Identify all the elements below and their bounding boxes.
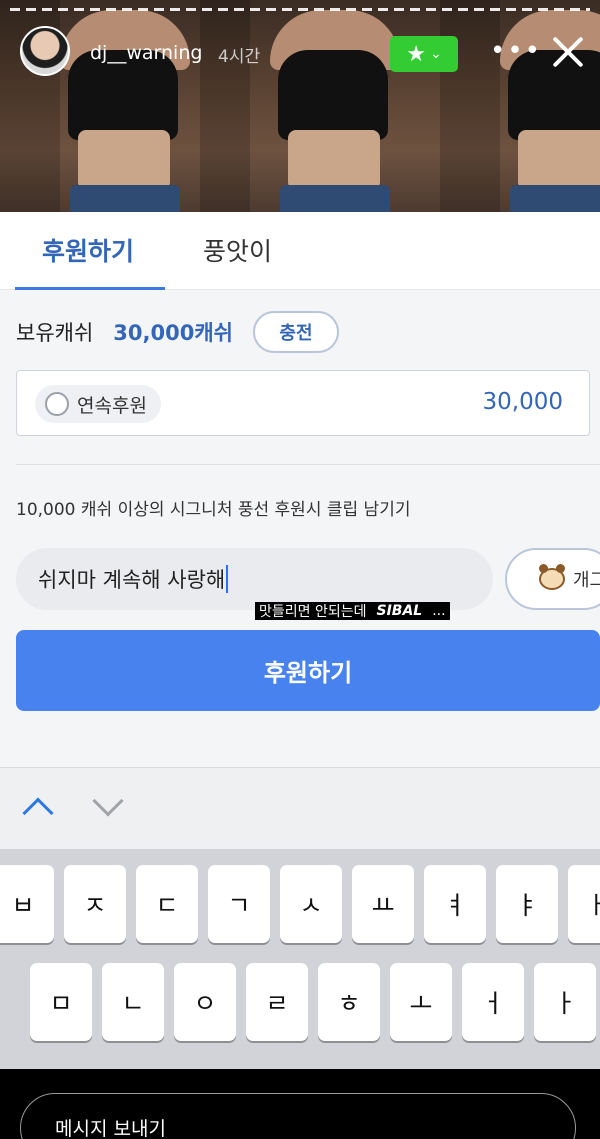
active-tab-indicator [15,287,165,290]
text-caret [226,565,229,593]
donation-message-input[interactable]: 쉬지마 계속해 사랑해 [16,548,493,610]
curtain-stripe [200,0,250,215]
bear-icon [539,564,565,590]
keyboard-row-2: ㅁ ㄴ ㅇ ㄹ ㅎ ㅗ ㅓ ㅏ [30,963,596,1041]
key[interactable]: ㅓ [462,963,524,1041]
key[interactable]: ㅎ [318,963,380,1041]
story-figure [260,10,410,215]
charge-button[interactable]: 충전 [252,311,339,353]
avatar[interactable] [20,26,70,76]
key[interactable]: ㄹ [246,963,308,1041]
close-friends-badge[interactable]: ★ ⌄ [390,36,458,72]
story-time: 4시간 [218,47,261,67]
recurring-donation-label: 연속후원 [77,394,147,417]
close-icon[interactable] [548,32,588,72]
recurring-donation-toggle[interactable]: 연속후원 [35,385,161,423]
key[interactable]: ㅇ [174,963,236,1041]
donate-button[interactable]: 후원하기 [16,630,600,711]
key[interactable]: ㅅ [280,865,342,943]
key[interactable]: ㅛ [352,865,414,943]
korean-keyboard: ㅂ ㅈ ㄷ ㄱ ㅅ ㅛ ㅕ ㅑ ㅐ ㅁ ㄴ ㅇ ㄹ ㅎ ㅗ ㅓ ㅏ [0,849,600,1069]
cash-balance-label: 보유캐쉬 [16,321,94,345]
keyboard-row-1: ㅂ ㅈ ㄷ ㄱ ㅅ ㅛ ㅕ ㅑ ㅐ [0,865,600,943]
story-background: dj__warning 4시간 ★ ⌄ ••• [0,0,600,215]
star-icon: ★ [406,41,426,67]
video-caption: 맛들리면 안되는데 SIBAL ... [255,602,450,620]
donation-amount-field[interactable]: 연속후원 30,000 [16,370,590,436]
tab-donate[interactable]: 후원하기 [42,232,134,268]
key[interactable]: ㅑ [496,865,558,943]
tab-poongatsi[interactable]: 풍앗이 [203,232,272,268]
key[interactable]: ㅗ [390,963,452,1041]
key[interactable]: ㅕ [424,865,486,943]
cash-balance-amount: 30,000캐쉬 [113,321,233,345]
more-icon[interactable]: ••• [490,36,542,66]
chevron-down-icon: ⌄ [430,46,442,62]
tab-bar: 후원하기 풍앗이 [0,212,600,290]
chevron-up-icon[interactable] [22,797,54,829]
caption-text: 맛들리면 안되는데 [259,604,367,620]
key[interactable]: ㅈ [64,865,126,943]
caption-english: SIBAL [376,603,423,619]
caption-ellipsis: ... [432,603,446,619]
key[interactable]: ㄷ [136,865,198,943]
emote-label: 개그 [573,570,600,591]
chevron-down-icon[interactable] [92,785,124,817]
clip-note: 10,000 캐쉬 이상의 시그니처 풍선 후원시 클립 남기기 [16,500,411,520]
donation-message-text: 쉬지마 계속해 사랑해 [38,568,226,592]
divider [16,464,600,465]
donation-amount-value: 30,000 [482,389,563,415]
key[interactable]: ㄱ [208,865,270,943]
radio-icon [45,392,69,416]
key[interactable]: ㅏ [534,963,596,1041]
send-message-input[interactable]: 메시지 보내기 [20,1093,576,1139]
emote-button[interactable]: 개그 [505,548,600,610]
story-progress-bar [10,8,590,11]
cash-balance-row: 보유캐쉬 30,000캐쉬 충전 [16,311,339,353]
story-figure [50,10,200,215]
donation-panel: 후원하기 풍앗이 보유캐쉬 30,000캐쉬 충전 연속후원 30,000 10… [0,212,600,767]
keyboard-accessory-bar [0,767,600,849]
key[interactable]: ㅐ [568,865,600,943]
key[interactable]: ㅂ [0,865,54,943]
key[interactable]: ㅁ [30,963,92,1041]
story-username[interactable]: dj__warning [90,42,202,64]
key[interactable]: ㄴ [102,963,164,1041]
story-reply-bar: 메시지 보내기 [0,1069,600,1139]
